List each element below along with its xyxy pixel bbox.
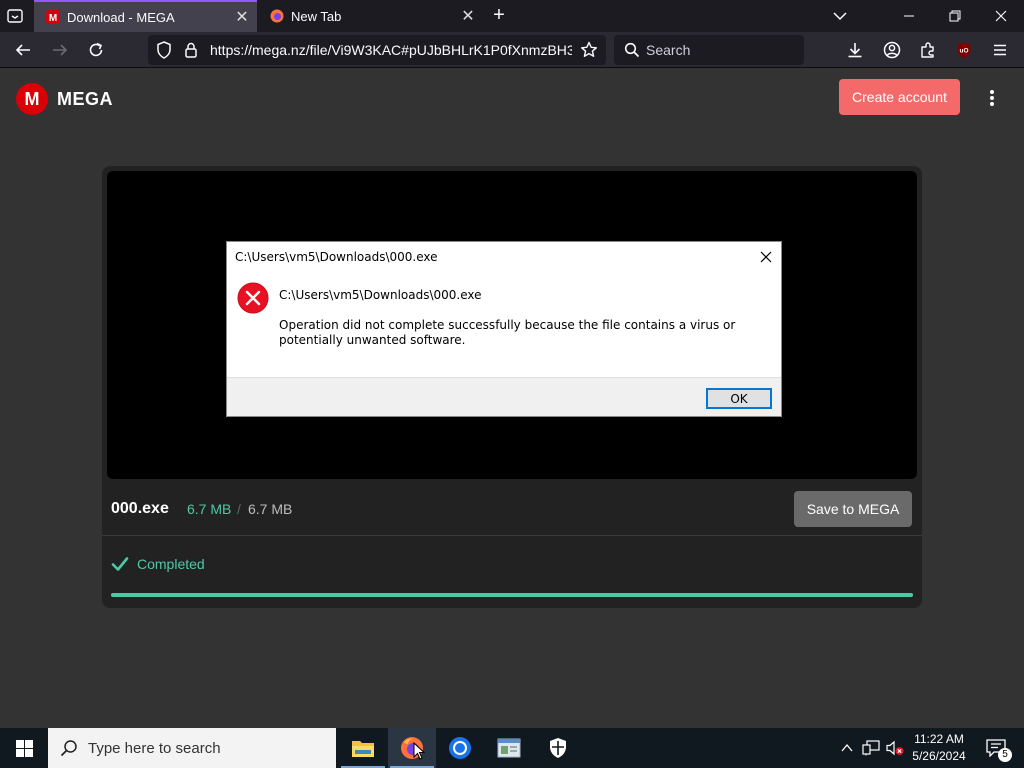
extensions-icon[interactable] bbox=[915, 37, 941, 63]
firefox-icon[interactable] bbox=[388, 728, 436, 768]
dialog-file-path: C:\Users\vm5\Downloads\000.exe bbox=[279, 288, 482, 302]
chevron-up-icon[interactable] bbox=[836, 728, 858, 768]
lock-icon[interactable] bbox=[184, 41, 198, 64]
ublock-origin-icon[interactable]: uO bbox=[951, 37, 977, 63]
chrome-icon[interactable] bbox=[436, 728, 484, 768]
file-info-row: 000.exe 6.7 MB / 6.7 MB Save to MEGA bbox=[102, 484, 922, 536]
volume-muted-icon[interactable] bbox=[884, 728, 906, 768]
ok-button[interactable]: OK bbox=[706, 388, 772, 409]
close-icon[interactable] bbox=[755, 246, 777, 268]
mouse-cursor-icon bbox=[413, 741, 426, 765]
close-tab-icon[interactable]: ✕ bbox=[231, 6, 253, 28]
star-bookmark-icon[interactable] bbox=[580, 41, 598, 64]
close-tab-icon[interactable]: ✕ bbox=[457, 5, 479, 27]
notifications-icon[interactable]: 5 bbox=[976, 728, 1016, 768]
search-icon bbox=[60, 739, 78, 762]
windows-security-shield-icon[interactable] bbox=[534, 728, 582, 768]
mega-favicon-icon: M bbox=[46, 10, 60, 24]
navigation-toolbar: https://mega.nz/file/Vi9W3KAC#pUJbBHLrK1… bbox=[0, 32, 1024, 68]
system-clock[interactable]: 11:22 AM 5/26/2024 bbox=[904, 731, 974, 765]
clock-time: 11:22 AM bbox=[914, 732, 964, 746]
restore-button[interactable] bbox=[932, 0, 978, 32]
shield-icon[interactable] bbox=[156, 41, 172, 64]
window-app-icon[interactable] bbox=[485, 728, 533, 768]
minimize-button[interactable] bbox=[886, 0, 932, 32]
progress-fill bbox=[111, 593, 913, 597]
account-icon[interactable] bbox=[879, 37, 905, 63]
dialog-footer: OK bbox=[227, 377, 781, 416]
notification-count-badge: 5 bbox=[998, 748, 1012, 762]
browser-tab-strip: M Download - MEGA ✕ New Tab ✕ + bbox=[0, 0, 1024, 32]
tab-new-tab[interactable]: New Tab ✕ bbox=[258, 0, 483, 32]
size-separator: / bbox=[237, 501, 241, 517]
save-to-mega-button[interactable]: Save to MEGA bbox=[794, 491, 912, 527]
url-text[interactable]: https://mega.nz/file/Vi9W3KAC#pUJbBHLrK1… bbox=[210, 42, 572, 58]
mega-logo-circle: M bbox=[16, 83, 48, 115]
more-options-icon[interactable] bbox=[980, 86, 1004, 110]
error-dialog: C:\Users\vm5\Downloads\000.exe C:\Users\… bbox=[226, 241, 782, 417]
tab-title: New Tab bbox=[291, 8, 342, 24]
mega-logo[interactable]: M MEGA bbox=[16, 83, 113, 115]
chevron-down-icon[interactable] bbox=[830, 7, 850, 25]
url-bar[interactable]: https://mega.nz/file/Vi9W3KAC#pUJbBHLrK1… bbox=[148, 35, 606, 65]
create-account-button[interactable]: Create account bbox=[839, 79, 960, 115]
taskbar-search-placeholder: Type here to search bbox=[88, 740, 221, 757]
download-progress-bar bbox=[111, 593, 913, 597]
checkmark-icon bbox=[111, 556, 129, 572]
downloaded-size: 6.7 MB bbox=[187, 501, 232, 517]
taskbar-search-box[interactable]: Type here to search bbox=[48, 728, 336, 768]
back-arrow-icon[interactable] bbox=[10, 37, 36, 63]
svg-text:M: M bbox=[49, 13, 57, 24]
menu-hamburger-icon[interactable] bbox=[987, 37, 1013, 63]
file-explorer-icon[interactable] bbox=[339, 728, 387, 768]
download-status-row: Completed bbox=[102, 544, 922, 584]
tab-list-icon[interactable] bbox=[6, 7, 24, 25]
dialog-title: C:\Users\vm5\Downloads\000.exe bbox=[235, 250, 438, 264]
network-icon[interactable] bbox=[860, 728, 882, 768]
svg-text:uO: uO bbox=[959, 48, 968, 55]
status-text: Completed bbox=[137, 556, 205, 572]
total-size: 6.7 MB bbox=[248, 501, 293, 517]
tab-title: Download - MEGA bbox=[67, 9, 175, 25]
error-icon bbox=[237, 282, 269, 314]
mega-logo-text: MEGA bbox=[57, 88, 113, 109]
tab-download-mega[interactable]: M Download - MEGA ✕ bbox=[34, 0, 257, 32]
downloads-icon[interactable] bbox=[842, 37, 868, 63]
new-tab-button[interactable]: + bbox=[488, 5, 510, 27]
clock-date: 5/26/2024 bbox=[912, 749, 966, 763]
forward-arrow-icon[interactable] bbox=[47, 37, 73, 63]
reload-icon[interactable] bbox=[83, 37, 109, 63]
search-bar[interactable]: Search bbox=[614, 35, 804, 65]
dialog-message: Operation did not complete successfully … bbox=[279, 318, 736, 347]
search-icon bbox=[624, 42, 640, 63]
windows-taskbar: Type here to search 11:22 AM 5/26/2024 5 bbox=[0, 728, 1024, 768]
search-placeholder: Search bbox=[646, 42, 691, 58]
close-window-button[interactable] bbox=[978, 0, 1024, 32]
screen: M Download - MEGA ✕ New Tab ✕ + https://… bbox=[0, 0, 1024, 768]
windows-start-icon[interactable] bbox=[0, 728, 48, 768]
file-name: 000.exe bbox=[111, 500, 169, 517]
firefox-favicon-icon bbox=[270, 9, 284, 23]
